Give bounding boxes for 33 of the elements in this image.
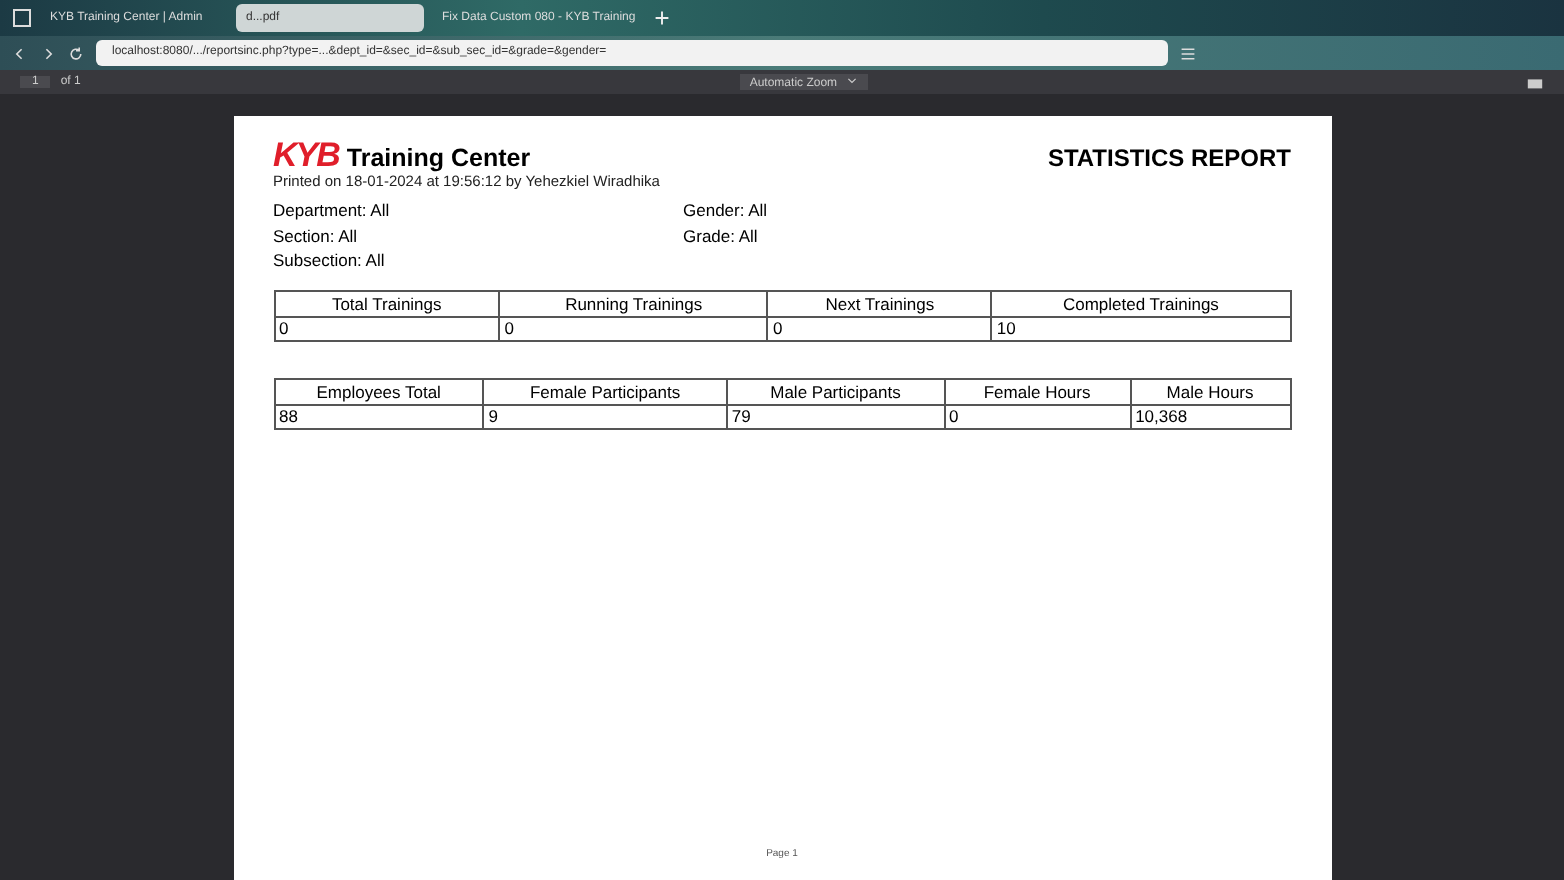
table-cell: 0 bbox=[944, 404, 1131, 428]
column-header: Employees Total bbox=[274, 378, 484, 404]
back-icon[interactable] bbox=[12, 45, 28, 61]
filter-label: Subsection: All bbox=[273, 248, 387, 273]
table-cell: 9 bbox=[483, 404, 727, 428]
report-title: STATISTICS REPORT bbox=[1047, 144, 1291, 172]
table-cell: 79 bbox=[726, 404, 945, 428]
column-header: Completed Trainings bbox=[991, 290, 1290, 316]
column-header: Female Hours bbox=[944, 378, 1131, 404]
reload-icon[interactable] bbox=[68, 45, 84, 61]
table-cell: 10,368 bbox=[1130, 404, 1290, 428]
org-name: Training Center bbox=[346, 144, 531, 172]
forward-icon[interactable] bbox=[40, 45, 56, 61]
filter-label: Gender: All bbox=[683, 198, 770, 223]
filter-label: Grade: All bbox=[683, 223, 760, 248]
column-header: Male Participants bbox=[726, 378, 945, 404]
filter-label: Department: All bbox=[273, 198, 392, 223]
sidebar-icon[interactable] bbox=[12, 8, 32, 28]
logo: KYB bbox=[273, 136, 339, 175]
new-tab-icon[interactable] bbox=[653, 10, 670, 26]
column-header: Male Hours bbox=[1130, 378, 1290, 404]
caret-icon bbox=[845, 74, 858, 86]
table-cell: 10 bbox=[991, 316, 1290, 340]
table-cell: 88 bbox=[274, 404, 484, 428]
filter-label: Section: All bbox=[273, 223, 360, 248]
table-cell: 0 bbox=[767, 316, 992, 340]
column-header: Total Trainings bbox=[274, 290, 500, 316]
menu-icon[interactable] bbox=[1180, 45, 1196, 61]
table-cell: 0 bbox=[499, 316, 768, 340]
table-cell: 0 bbox=[274, 316, 500, 340]
column-header: Next Trainings bbox=[767, 290, 992, 316]
column-header: Female Participants bbox=[483, 378, 727, 404]
column-header: Running Trainings bbox=[499, 290, 768, 316]
